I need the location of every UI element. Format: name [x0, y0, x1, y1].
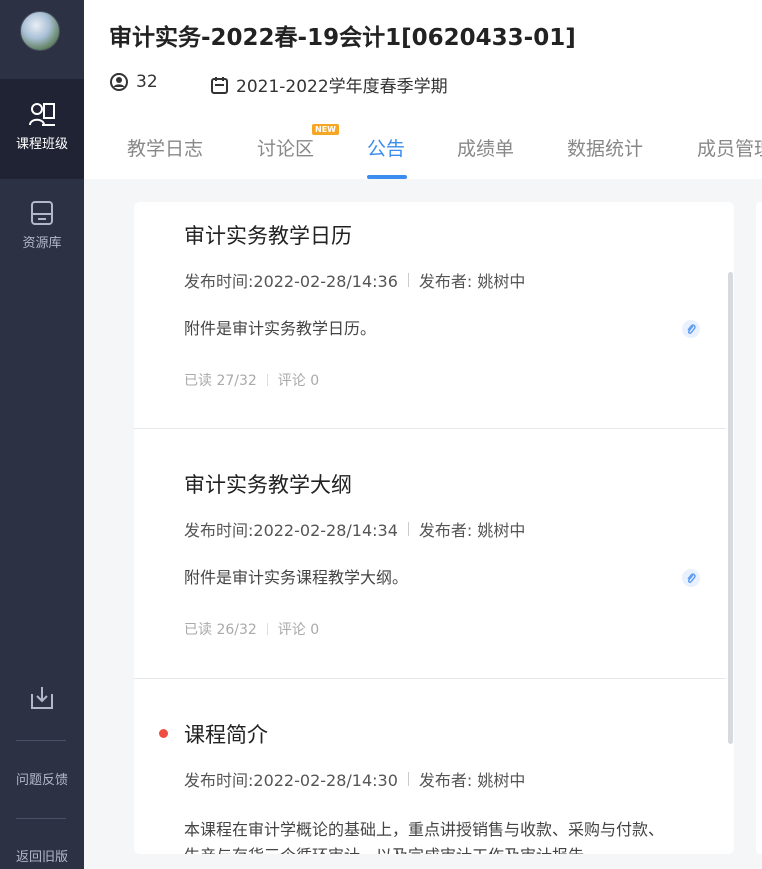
publish-time: 发布时间:2022-02-28/14:34 [184, 521, 398, 540]
announcement-title[interactable]: 审计实务教学日历 [184, 220, 352, 250]
sidebar-item-label: 课程班级 [15, 137, 68, 152]
classroom-icon [29, 103, 55, 126]
member-count-value: 32 [136, 72, 158, 92]
active-tab-indicator [367, 175, 407, 179]
folder-icon [31, 201, 53, 225]
stats-divider [266, 374, 268, 386]
read-count: 已读 27/32 [184, 373, 257, 389]
tab-teaching-log[interactable]: 教学日志 [127, 134, 203, 161]
announcement-meta: 发布时间:2022-02-28/14:34 发布者: 姚树中 [184, 517, 525, 541]
sidebar-divider [16, 740, 66, 741]
announcement-item[interactable]: 课程简介 发布时间:2022-02-28/14:30 发布者: 姚树中 本课程在… [134, 679, 726, 854]
meta-divider [407, 772, 409, 786]
announcement-item[interactable]: 审计实务教学日历 发布时间:2022-02-28/14:36 发布者: 姚树中 … [134, 202, 726, 429]
old-version-link[interactable]: 返回旧版 [0, 846, 84, 865]
publish-time: 发布时间:2022-02-28/14:30 [184, 771, 398, 790]
paperclip-icon [687, 572, 696, 583]
tab-members[interactable]: 成员管理 [697, 134, 762, 161]
publisher: 发布者: 姚树中 [418, 272, 526, 291]
comment-count[interactable]: 评论 0 [278, 619, 319, 639]
term: 2021-2022学年度春季学期 [211, 72, 448, 97]
publish-time: 发布时间:2022-02-28/14:36 [184, 272, 398, 291]
download-button[interactable] [0, 684, 84, 724]
download-icon [31, 687, 53, 709]
tab-discussion[interactable]: 讨论区 [257, 134, 314, 161]
scrollbar-thumb[interactable] [728, 272, 733, 744]
publisher: 发布者: 姚树中 [418, 521, 526, 540]
announcement-meta: 发布时间:2022-02-28/14:36 发布者: 姚树中 [184, 268, 525, 292]
sidebar-item-label: 资源库 [22, 236, 62, 251]
tab-statistics[interactable]: 数据统计 [567, 134, 643, 161]
announcement-meta: 发布时间:2022-02-28/14:30 发布者: 姚树中 [184, 767, 525, 791]
tab-grades[interactable]: 成绩单 [457, 134, 514, 161]
tab-announcements[interactable]: 公告 [367, 134, 405, 161]
member-count: 32 [110, 72, 158, 92]
term-value: 2021-2022学年度春季学期 [236, 77, 448, 97]
avatar[interactable] [20, 11, 60, 51]
right-panel-edge [756, 202, 762, 854]
announcement-title[interactable]: 课程简介 [184, 719, 268, 749]
announcement-stats: 已读 27/32 评论 0 [184, 370, 319, 390]
announcement-item[interactable]: 审计实务教学大纲 发布时间:2022-02-28/14:34 发布者: 姚树中 … [134, 429, 726, 679]
paperclip-icon [687, 323, 696, 334]
announcement-body: 附件是审计实务课程教学大纲。 [184, 568, 409, 587]
course-header: 审计实务-2022春-19会计1[0620433-01] 32 2021-202… [84, 0, 762, 179]
attachment-button[interactable] [682, 569, 700, 587]
attachment-button[interactable] [682, 320, 700, 338]
sidebar-divider [16, 818, 66, 819]
sidebar: 课程班级 资源库 问题反馈 返回旧版 [0, 0, 84, 869]
meta-divider [407, 522, 409, 536]
page-title: 审计实务-2022春-19会计1[0620433-01] [109, 25, 576, 51]
comment-count[interactable]: 评论 0 [278, 370, 319, 390]
sidebar-item-resources[interactable]: 资源库 [0, 188, 84, 258]
read-count: 已读 26/32 [184, 622, 257, 638]
publisher: 发布者: 姚树中 [418, 771, 526, 790]
meta-divider [407, 273, 409, 287]
sidebar-item-courses[interactable]: 课程班级 [0, 79, 84, 179]
new-badge: NEW [312, 124, 339, 135]
announcement-body: 附件是审计实务教学日历。 [184, 319, 377, 338]
unread-indicator [159, 729, 168, 738]
announcement-list: 审计实务教学日历 发布时间:2022-02-28/14:36 发布者: 姚树中 … [134, 202, 734, 854]
announcement-body: 本课程在审计学概论的基础上，重点讲授销售与收款、采购与付款、生产与存货三个循环审… [184, 820, 665, 854]
stats-divider [266, 623, 268, 635]
calendar-icon [211, 76, 228, 94]
feedback-link[interactable]: 问题反馈 [0, 769, 84, 788]
tab-bar: 教学日志 讨论区 NEW 公告 成绩单 数据统计 成员管理 [84, 124, 762, 179]
announcement-title[interactable]: 审计实务教学大纲 [184, 469, 352, 499]
announcement-stats: 已读 26/32 评论 0 [184, 619, 319, 639]
user-icon [110, 73, 128, 91]
